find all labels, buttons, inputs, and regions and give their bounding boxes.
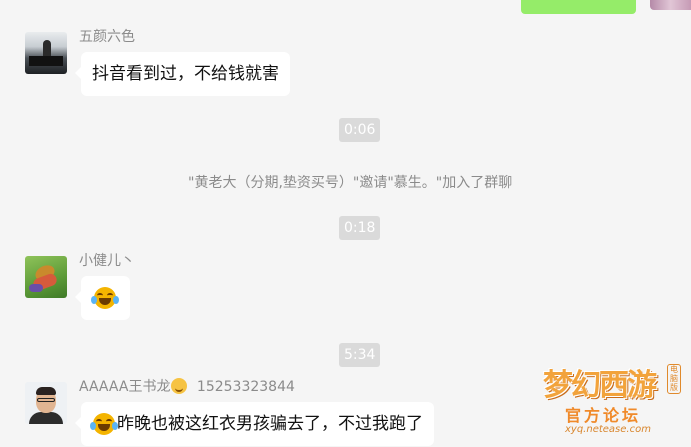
avatar-hair [36, 387, 56, 395]
system-message: "黄老大（分期,垫资买号）"邀请"慕生。"加入了群聊 [188, 175, 513, 191]
avatar-shirt [29, 412, 63, 424]
sender-name: AAAAA王书龙 [79, 379, 171, 395]
watermark-subtitle: 官方论坛 [565, 406, 642, 425]
previous-sender-avatar[interactable] [650, 0, 691, 10]
message-bubble[interactable]: 抖音看到过，不给钱就害 [75, 52, 290, 96]
smile-emoji-icon [171, 378, 188, 394]
avatar-figure [43, 40, 51, 56]
sender-name-row: AAAAA王书龙 15253323844 [79, 376, 295, 396]
avatar[interactable] [25, 256, 67, 298]
watermark-url: xyq.netease.com [565, 424, 651, 435]
avatar-legs [29, 284, 43, 292]
sender-name: 五颜六色 [79, 29, 135, 45]
timestamp: 0:18 [339, 216, 381, 240]
avatar[interactable] [25, 32, 67, 74]
sender-phone: 15253323844 [196, 379, 295, 395]
watermark-badge: 电脑版 [667, 364, 681, 394]
laugh-cry-emoji-icon [90, 413, 118, 435]
laugh-cry-emoji-icon [91, 287, 119, 309]
emoji-message-bubble[interactable] [75, 276, 130, 320]
avatar-piano [29, 56, 63, 66]
timestamp: 5:34 [339, 343, 381, 367]
message-bubble[interactable]: 昨晚也被这红衣男孩骗去了，不过我跑了 [75, 402, 434, 446]
watermark-title: 梦幻西游 [543, 368, 657, 403]
sender-name: 小健儿丶 [79, 253, 135, 269]
watermark-logo: 梦幻西游 电脑版 官方论坛 xyq.netease.com [543, 356, 686, 442]
avatar-glasses [37, 398, 55, 402]
avatar[interactable] [25, 382, 67, 424]
previous-message-bubble[interactable] [521, 0, 636, 14]
timestamp: 0:06 [339, 118, 381, 142]
message-text: 昨晚也被这红衣男孩骗去了，不过我跑了 [117, 414, 423, 434]
